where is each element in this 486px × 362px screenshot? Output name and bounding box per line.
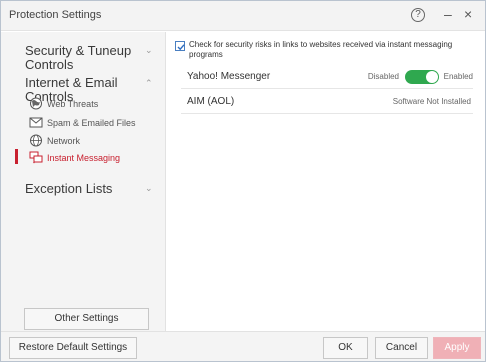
check-links-checkbox[interactable] — [175, 41, 185, 51]
enabled-label: Enabled — [443, 72, 473, 81]
minimize-button[interactable]: – — [444, 6, 452, 22]
sidebar-section-exception-lists[interactable]: Exception Lists — [25, 182, 112, 196]
chevron-up-icon[interactable]: ⌃ — [145, 78, 153, 89]
footer-bar: Restore Default Settings OK Cancel Apply — [1, 331, 485, 361]
help-icon[interactable]: ? — [411, 8, 425, 22]
protection-settings-window: Protection Settings ? – × Security & Tun… — [0, 0, 486, 362]
messenger-row-aim: AIM (AOL) Software Not Installed — [181, 92, 473, 114]
messenger-name: AIM (AOL) — [187, 96, 235, 107]
sidebar-item-label: Network — [47, 136, 81, 146]
toggle-knob — [426, 71, 438, 83]
window-title: Protection Settings — [9, 9, 102, 21]
envelope-icon — [29, 117, 43, 128]
messenger-row-yahoo: Yahoo! Messenger Disabled Enabled — [181, 67, 473, 89]
instant-messaging-panel: Check for security risks in links to web… — [167, 32, 485, 331]
messenger-name: Yahoo! Messenger — [187, 71, 271, 82]
sidebar-item-label: Spam & Emailed Files — [47, 118, 136, 128]
disabled-label: Disabled — [367, 72, 399, 81]
sidebar-section-security-tuneup[interactable]: Security & Tuneup Controls — [25, 44, 135, 72]
messenger-status: Software Not Installed — [392, 97, 471, 106]
close-button[interactable]: × — [464, 6, 472, 22]
globe-icon — [30, 97, 42, 110]
sidebar-item-label: Web Threats — [47, 99, 99, 109]
chevron-down-icon[interactable]: ⌄ — [145, 183, 153, 194]
apply-button[interactable]: Apply — [433, 337, 481, 359]
title-bar: Protection Settings ? – × — [1, 1, 485, 31]
checkmark-icon — [177, 44, 185, 51]
other-settings-button[interactable]: Other Settings — [24, 308, 149, 330]
check-links-label: Check for security risks in links to web… — [189, 40, 453, 59]
network-globe-icon — [30, 134, 42, 147]
chat-bubbles-icon — [29, 151, 43, 164]
cancel-button[interactable]: Cancel — [375, 337, 428, 359]
sidebar: Security & Tuneup Controls ⌄ Internet & … — [1, 32, 166, 331]
sidebar-item-label: Instant Messaging — [47, 153, 121, 163]
chevron-down-icon[interactable]: ⌄ — [145, 45, 153, 56]
active-indicator — [15, 149, 18, 164]
restore-default-settings-button[interactable]: Restore Default Settings — [9, 337, 137, 359]
ok-button[interactable]: OK — [323, 337, 368, 359]
yahoo-messenger-toggle[interactable] — [405, 70, 439, 84]
